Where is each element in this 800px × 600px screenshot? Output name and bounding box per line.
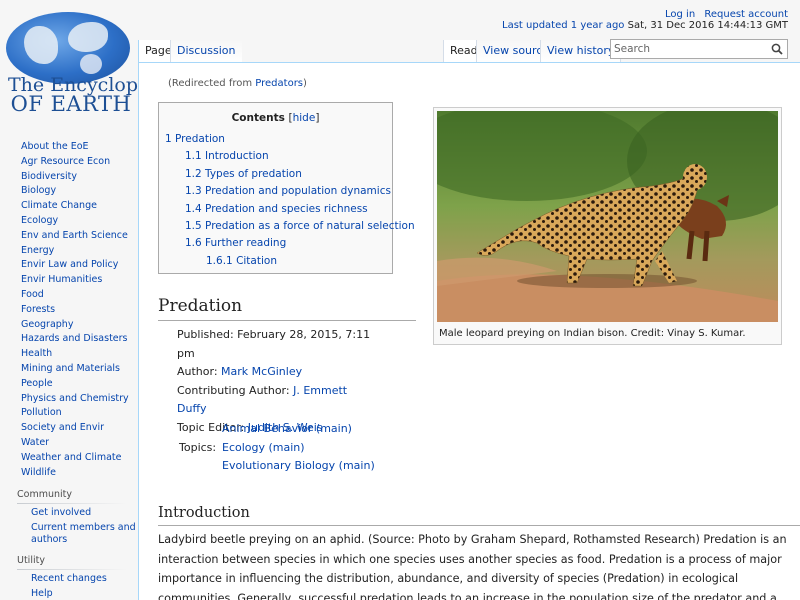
sidebar-item-climate-change[interactable]: Climate Change (0, 199, 138, 214)
utility-list: Recent changes Help (0, 573, 138, 600)
figure-caption: Male leopard preying on Indian bison. Cr… (439, 328, 746, 339)
toc-item-predation[interactable]: 1 Predation (159, 131, 392, 148)
toc-item-predation-as-a-force-of-natural-selection[interactable]: 1.5 Predation as a force of natural sele… (159, 218, 415, 235)
sidebar-item-weather-and-climate[interactable]: Weather and Climate (0, 451, 138, 466)
search-icon[interactable] (771, 43, 783, 55)
sidebar-item-forests[interactable]: Forests (0, 303, 138, 318)
toc-list: 1 Predation 1.1 Introduction 1.2 Types of … (159, 131, 415, 270)
sidebar-item-food[interactable]: Food (0, 288, 138, 303)
sidebar-item-current-members-and-authors[interactable]: Current members and authors (0, 522, 138, 546)
sidebar-item-envir-humanities[interactable]: Envir Humanities (0, 273, 138, 288)
sidebar-item-agr-resource-econ[interactable]: Agr Resource Econ (0, 155, 138, 170)
topics-list: Animal Behavior (main) Ecology (main) Evol… (222, 420, 375, 476)
toc-item-introduction[interactable]: 1.1 Introduction (159, 148, 392, 165)
sidebar-item-people[interactable]: People (0, 377, 138, 392)
sidebar-item-wildlife[interactable]: Wildlife (0, 466, 138, 481)
search-input[interactable] (611, 40, 761, 58)
sidebar-item-hazards-and-disasters[interactable]: Hazards and Disasters (0, 332, 138, 347)
toc-item-citation[interactable]: 1.6.1 Citation (159, 253, 392, 270)
content-area: (Redirected from Predators) Contents [hi… (138, 62, 800, 600)
sidebar-item-health[interactable]: Health (0, 347, 138, 362)
sidebar-item-mining-and-materials[interactable]: Mining and Materials (0, 362, 138, 377)
table-of-contents: Contents [hide] 1 Predation 1.1 Introduct… (158, 102, 415, 274)
sidebar-item-energy[interactable]: Energy (0, 244, 138, 259)
sidebar-item-about-the-eoe[interactable]: About the EoE (0, 140, 138, 155)
request-account-link[interactable]: Request account (704, 9, 788, 20)
toc-item-predation-and-species-richness[interactable]: 1.4 Predation and species richness (159, 201, 392, 218)
section-heading-introduction: Introduction (158, 503, 800, 526)
section-heading-predation: Predation (158, 295, 416, 321)
sidebar-item-biodiversity[interactable]: Biodiversity (0, 170, 138, 185)
sidebar-item-pollution[interactable]: Pollution (0, 406, 138, 421)
leopard-image[interactable] (437, 111, 778, 322)
community-list: Get involved Current members and authors (0, 507, 138, 546)
topic-link-ecology-main[interactable]: Ecology (main) (222, 439, 375, 458)
published-label-cont: pm (177, 346, 195, 360)
last-updated-link[interactable]: Last updated 1 year ago (502, 20, 624, 31)
sidebar-item-water[interactable]: Water (0, 436, 138, 451)
redirect-note: (Redirected from Predators) (168, 78, 307, 89)
sidebar-item-env-and-earth-science[interactable]: Env and Earth Science (0, 229, 138, 244)
figure: Male leopard preying on Indian bison. Cr… (433, 107, 782, 345)
sidebar-item-recent-changes[interactable]: Recent changes (0, 573, 138, 585)
sidebar-item-ecology[interactable]: Ecology (0, 214, 138, 229)
tab-discussion[interactable]: Discussion (170, 40, 242, 63)
toc-item-further-reading[interactable]: 1.6 Further reading (159, 235, 392, 252)
sidebar-item-get-involved[interactable]: Get involved (0, 507, 138, 519)
toc-item-types-of-predation[interactable]: 1.2 Types of predation (159, 166, 392, 183)
redirect-link[interactable]: Predators (255, 78, 303, 89)
community-heading: Community (17, 489, 72, 501)
topics-label: Topics: (179, 441, 217, 454)
toc-item-predation-and-population-dynamics[interactable]: 1.3 Predation and population dynamics (159, 183, 392, 200)
sidebar-item-society-and-envir[interactable]: Society and Envir (0, 421, 138, 436)
sidebar-item-envir-law-and-policy[interactable]: Envir Law and Policy (0, 258, 138, 273)
sidebar: About the EoE Agr Resource Econ Biodiversi… (0, 140, 138, 600)
search-box (610, 39, 788, 59)
introduction-paragraph: Ladybird beetle preying on an aphid. (So… (158, 533, 787, 600)
last-updated-time: Sat, 31 Dec 2016 14:44:13 GMT (627, 20, 788, 31)
sidebar-nav: About the EoE Agr Resource Econ Biodiversi… (0, 140, 138, 480)
toc-title: Contents [hide] (231, 112, 320, 124)
utility-heading: Utility (17, 555, 45, 567)
login-link[interactable]: Log in (665, 9, 695, 20)
sidebar-item-biology[interactable]: Biology (0, 184, 138, 199)
topic-link-animal-behavior-main[interactable]: Animal Behavior (main) (222, 420, 375, 439)
sidebar-item-geography[interactable]: Geography (0, 318, 138, 333)
sidebar-item-physics-and-chemistry[interactable]: Physics and Chemistry (0, 392, 138, 407)
sidebar-item-help[interactable]: Help (0, 588, 138, 600)
logo-text-line2: OF EARTH (10, 92, 132, 116)
author-link[interactable]: Mark McGinley (221, 365, 302, 378)
topic-link-evolutionary-biology-main[interactable]: Evolutionary Biology (main) (222, 457, 375, 476)
site-logo[interactable]: The Encyclopedia OF EARTH (0, 0, 179, 125)
personal-tools: Log in Request account Last updated 1 ye… (502, 9, 788, 31)
published-label: Published: February 28, 2015, 7:11 (177, 328, 371, 341)
toc-hide-toggle[interactable]: hide (293, 112, 316, 124)
